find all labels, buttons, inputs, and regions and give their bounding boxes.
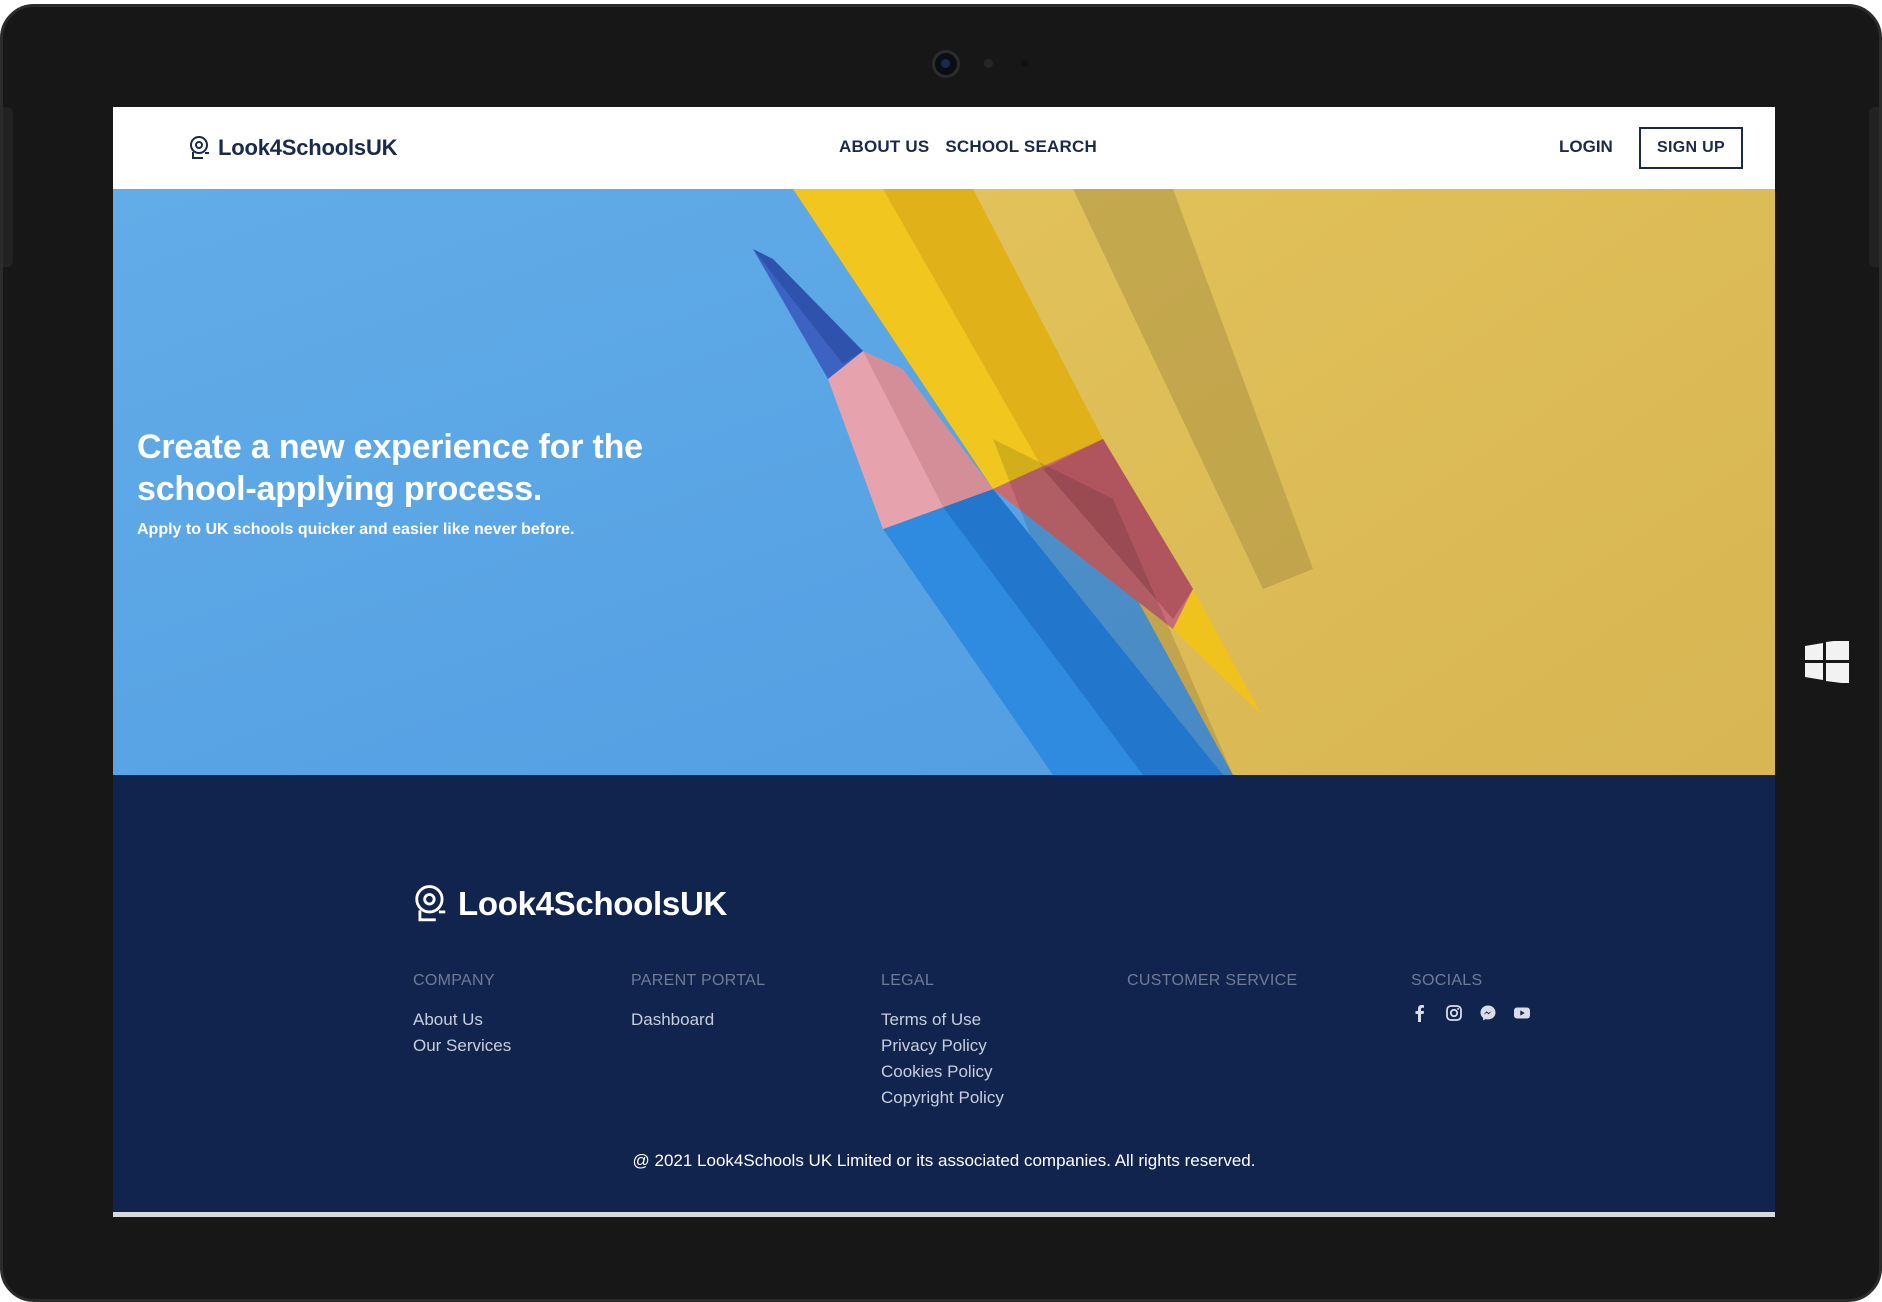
hero-subtitle: Apply to UK schools quicker and easier l… [137,521,575,538]
sensor [1021,60,1028,67]
footer-column-socials: SOCIALS [1411,972,1531,1022]
footer-brand-name: Look4SchoolsUK [458,885,728,922]
login-link[interactable]: LOGIN [1559,137,1613,157]
tablet-frame: Look4SchoolsUK ABOUT US SCHOOL SEARCH LO… [0,4,1882,1302]
footer-brand-logo[interactable]: Look4SchoolsUK [413,885,727,923]
footer-link-dashboard[interactable]: Dashboard [631,1007,765,1033]
footer-column-legal: LEGAL Terms of Use Privacy Policy Cookie… [881,972,1004,1111]
footer-link-copyright-policy[interactable]: Copyright Policy [881,1085,1004,1111]
location-pin-icon [415,885,446,922]
location-pin-icon [190,136,209,159]
sensor [984,59,993,68]
hero-title: Create a new experience for the school-a… [137,428,643,508]
screen: Look4SchoolsUK ABOUT US SCHOOL SEARCH LO… [113,107,1775,1217]
site-header: Look4SchoolsUK ABOUT US SCHOOL SEARCH LO… [113,107,1775,189]
footer-link-about-us[interactable]: About Us [413,1007,511,1033]
site-footer: Look4SchoolsUK COMPANY About Us Our Serv… [113,775,1775,1217]
windows-icon[interactable] [1805,641,1849,683]
main-nav: ABOUT US SCHOOL SEARCH [839,137,1097,157]
facebook-icon[interactable] [1411,1004,1429,1022]
tablet-side-button [1869,107,1879,267]
column-heading: PARENT PORTAL [631,972,766,989]
instagram-icon[interactable] [1445,1004,1463,1022]
footer-column-parent-portal: PARENT PORTAL Dashboard [631,972,765,1033]
footer-column-company: COMPANY About Us Our Services [413,972,511,1059]
camera-icon [935,53,957,75]
footer-link-privacy-policy[interactable]: Privacy Policy [881,1033,1004,1059]
footer-link-cookies-policy[interactable]: Cookies Policy [881,1059,1004,1085]
column-heading: CUSTOMER SERVICE [1127,972,1298,989]
nav-school-search[interactable]: SCHOOL SEARCH [945,137,1097,157]
sign-up-button[interactable]: SIGN UP [1639,127,1743,169]
footer-column-customer-service: CUSTOMER SERVICE [1127,972,1297,1007]
column-heading: COMPANY [413,972,495,989]
brand-name: Look4SchoolsUK [218,135,398,160]
copyright-notice: @ 2021 Look4Schools UK Limited or its as… [632,1151,1256,1170]
brand-logo[interactable]: Look4SchoolsUK [189,135,398,161]
messenger-icon[interactable] [1479,1004,1497,1022]
column-heading: LEGAL [881,972,935,989]
column-heading: SOCIALS [1411,972,1483,989]
tablet-side-button [3,107,13,267]
youtube-icon[interactable] [1513,1004,1531,1022]
hero-banner: Create a new experience for the school-a… [113,189,1775,775]
nav-about-us[interactable]: ABOUT US [839,137,929,157]
social-links [1411,1004,1531,1022]
footer-link-our-services[interactable]: Our Services [413,1033,511,1059]
footer-link-terms-of-use[interactable]: Terms of Use [881,1007,1004,1033]
